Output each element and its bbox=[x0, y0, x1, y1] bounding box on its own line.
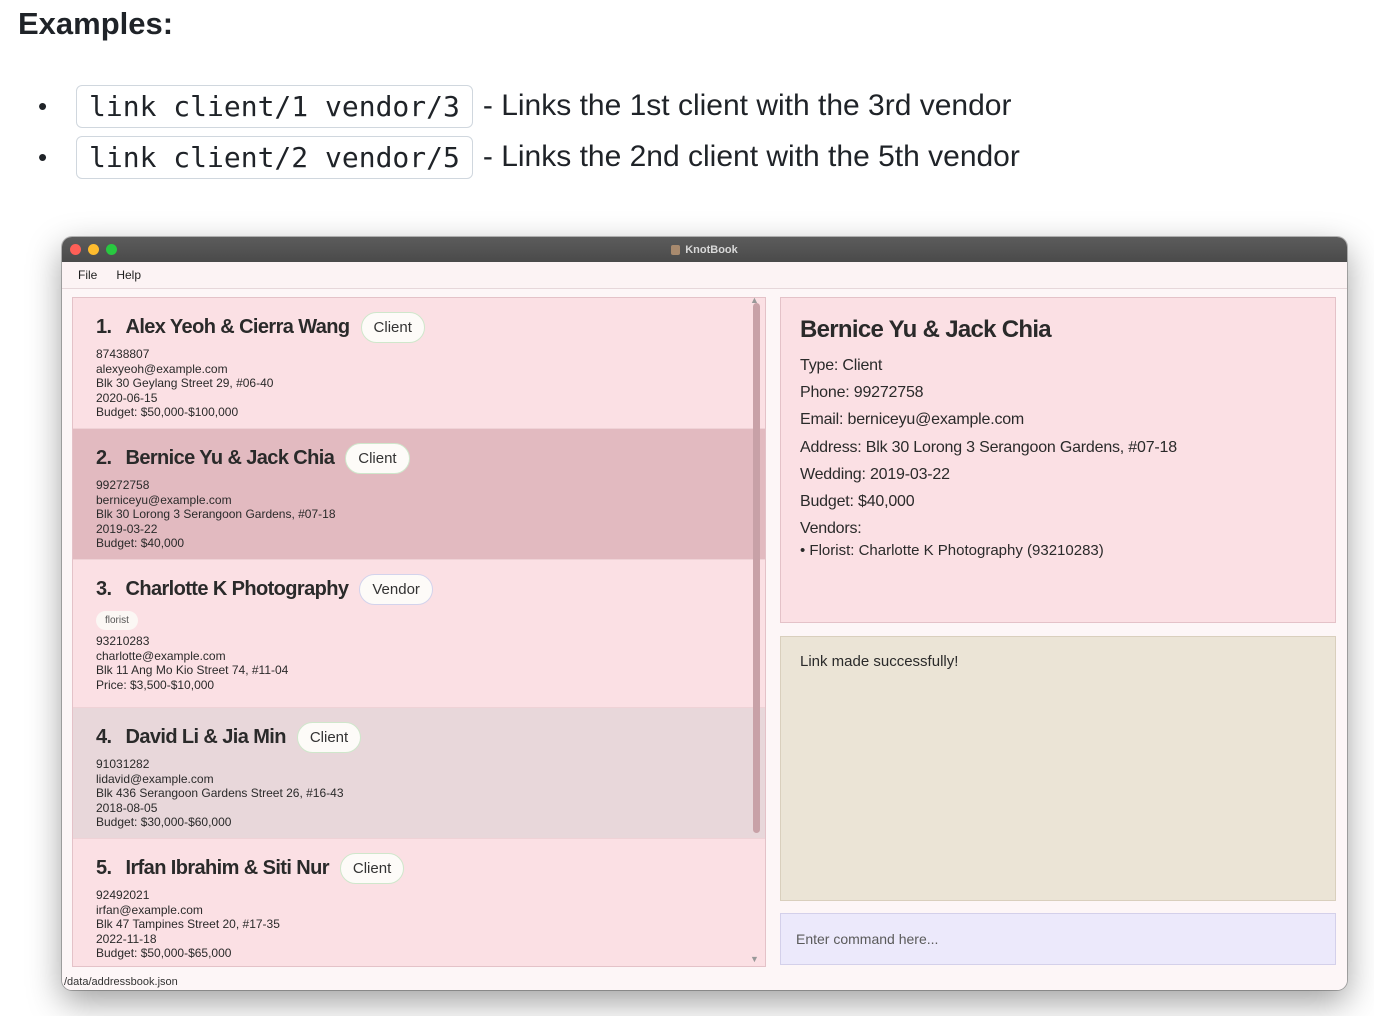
menu-bar: File Help bbox=[62, 262, 1347, 289]
contact-phone: 92492021 bbox=[96, 888, 150, 902]
contact-date: 2019-03-22 bbox=[96, 521, 158, 536]
close-window-button[interactable] bbox=[70, 244, 81, 255]
contact-name: 4. David Li & Jia Min bbox=[96, 726, 286, 748]
contact-phone: 91031282 bbox=[96, 757, 150, 771]
example-description: - Links the 1st client with the 3rd vend… bbox=[482, 89, 1012, 122]
contact-price: Price: $3,500-$10,000 bbox=[96, 677, 215, 692]
detail-vendors-label: Vendors: bbox=[800, 520, 862, 538]
contact-phone: 93210283 bbox=[96, 634, 150, 648]
contact-card-selected[interactable]: 2. Bernice Yu & Jack Chia Client 99272758… bbox=[73, 429, 765, 560]
type-badge: Client bbox=[345, 443, 410, 474]
type-badge: Vendor bbox=[359, 574, 433, 605]
contact-budget: Budget: $40,000 bbox=[96, 536, 185, 551]
bullet-icon: • bbox=[38, 141, 48, 172]
contact-budget: Budget: $50,000-$100,000 bbox=[96, 405, 239, 420]
contact-name: 5. Irfan Ibrahim & Siti Nur bbox=[96, 857, 329, 879]
example-description: - Links the 2nd client with the 5th vend… bbox=[482, 140, 1020, 173]
contact-detail-panel: Bernice Yu & Jack Chia Type: Client Phon… bbox=[780, 297, 1336, 623]
contact-email: charlotte@example.com bbox=[96, 648, 226, 663]
contact-details: 91031282 lidavid@example.com Blk 436 Ser… bbox=[96, 757, 765, 830]
detail-type: Type: Client bbox=[800, 357, 883, 374]
contact-budget: Budget: $50,000-$65,000 bbox=[96, 946, 232, 961]
example-code: link client/1 vendor/3 bbox=[76, 84, 473, 128]
examples-list: • link client/1 vendor/3 - Links the 1st… bbox=[38, 82, 1020, 184]
detail-phone: Phone: 99272758 bbox=[800, 384, 924, 402]
linked-vendor-item: • Florist: Charlotte K Photography (9321… bbox=[800, 542, 1104, 560]
contact-name: 1. Alex Yeoh & Cierra Wang bbox=[96, 316, 350, 338]
data-file-path: /data/addressbook.json bbox=[64, 976, 178, 988]
type-badge: Client bbox=[360, 312, 425, 343]
app-window: KnotBook File Help 1. Alex Yeoh & Cierra … bbox=[62, 237, 1347, 990]
contact-card[interactable]: 1. Alex Yeoh & Cierra Wang Client 8743880… bbox=[73, 298, 765, 429]
contact-date: 2022-11-18 bbox=[96, 931, 157, 946]
window-title: KnotBook bbox=[671, 244, 738, 256]
contact-list-panel[interactable]: 1. Alex Yeoh & Cierra Wang Client 8743880… bbox=[72, 297, 766, 967]
minimize-window-button[interactable] bbox=[88, 244, 99, 255]
bullet-icon: • bbox=[38, 90, 48, 121]
contact-name: 2. Bernice Yu & Jack Chia bbox=[96, 447, 335, 469]
contact-email: alexyeoh@example.com bbox=[96, 361, 228, 376]
contact-address: Blk 30 Lorong 3 Serangoon Gardens, #07-1… bbox=[96, 507, 336, 522]
contact-card[interactable]: 5. Irfan Ibrahim & Siti Nur Client 924920… bbox=[73, 839, 765, 966]
result-display: Link made successfully! bbox=[780, 636, 1336, 901]
detail-address: Address: Blk 30 Lorong 3 Serangoon Garde… bbox=[800, 438, 1177, 456]
detail-email: Email: berniceyu@example.com bbox=[800, 411, 1025, 429]
contact-card[interactable]: 3. Charlotte K Photography Vendor florist… bbox=[73, 560, 765, 708]
contact-details: 87438807 alexyeoh@example.com Blk 30 Gey… bbox=[96, 347, 765, 420]
contact-details: 92492021 irfan@example.com Blk 47 Tampin… bbox=[96, 888, 765, 961]
contact-address: Blk 11 Ang Mo Kio Street 74, #11-04 bbox=[96, 663, 289, 678]
menu-file[interactable]: File bbox=[78, 268, 97, 282]
detail-budget: Budget: $40,000 bbox=[800, 493, 915, 511]
contact-email: lidavid@example.com bbox=[96, 771, 214, 786]
contact-address: Blk 47 Tampines Street 20, #17-35 bbox=[96, 917, 280, 932]
contact-email: berniceyu@example.com bbox=[96, 492, 232, 507]
contact-budget: Budget: $30,000-$60,000 bbox=[96, 815, 232, 830]
contact-phone: 99272758 bbox=[96, 478, 150, 492]
status-bar: /data/addressbook.json bbox=[62, 974, 1347, 990]
example-item: • link client/2 vendor/5 - Links the 2nd… bbox=[38, 133, 1020, 181]
contact-address: Blk 436 Serangoon Gardens Street 26, #16… bbox=[96, 786, 344, 801]
type-badge: Client bbox=[296, 722, 362, 753]
type-badge: Client bbox=[339, 853, 405, 884]
app-icon bbox=[671, 244, 681, 255]
tag-badge: florist bbox=[96, 611, 138, 630]
window-title-text: KnotBook bbox=[685, 243, 738, 256]
contact-details: 99272758 berniceyu@example.com Blk 30 Lo… bbox=[96, 478, 765, 551]
example-item: • link client/1 vendor/3 - Links the 1st… bbox=[38, 82, 1020, 130]
scroll-down-arrow-icon[interactable]: ▼ bbox=[750, 954, 759, 964]
window-controls bbox=[70, 244, 117, 255]
title-bar: KnotBook bbox=[62, 237, 1347, 262]
example-code: link client/2 vendor/5 bbox=[76, 135, 473, 179]
contact-date: 2020-06-15 bbox=[96, 390, 158, 405]
contact-date: 2018-08-05 bbox=[96, 800, 158, 815]
list-scrollbar[interactable] bbox=[753, 303, 760, 833]
examples-heading: Examples: bbox=[18, 6, 174, 41]
result-message: Link made successfully! bbox=[800, 653, 959, 670]
zoom-window-button[interactable] bbox=[106, 244, 117, 255]
contact-email: irfan@example.com bbox=[96, 902, 203, 917]
command-input[interactable] bbox=[780, 913, 1336, 965]
menu-help[interactable]: Help bbox=[116, 268, 141, 282]
contact-address: Blk 30 Geylang Street 29, #06-40 bbox=[96, 376, 274, 391]
contact-card[interactable]: 4. David Li & Jia Min Client 91031282 lid… bbox=[73, 708, 765, 839]
contact-details: 93210283 charlotte@example.com Blk 11 An… bbox=[96, 634, 765, 692]
contact-phone: 87438807 bbox=[96, 347, 150, 361]
detail-name: Bernice Yu & Jack Chia bbox=[800, 316, 1052, 343]
detail-wedding: Wedding: 2019-03-22 bbox=[800, 465, 950, 483]
contact-name: 3. Charlotte K Photography bbox=[96, 578, 349, 600]
